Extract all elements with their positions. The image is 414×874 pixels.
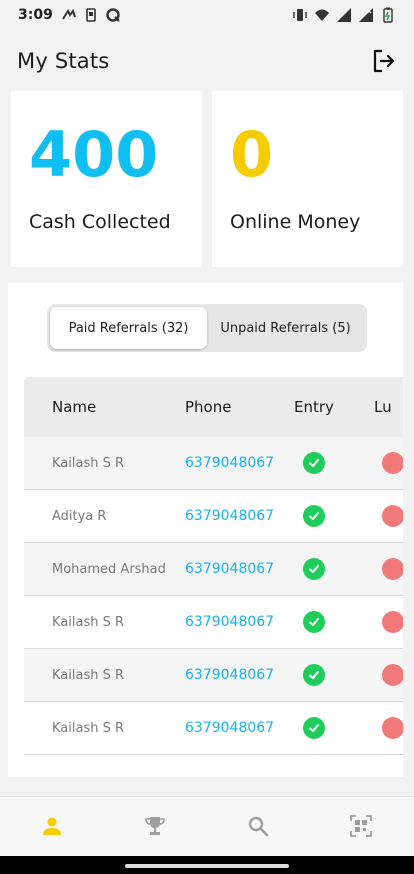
lunch-status-icon (382, 611, 403, 633)
column-header-entry: Entry (294, 398, 334, 416)
qr-scan-icon (350, 815, 372, 837)
nav-scan[interactable] (348, 813, 374, 839)
row-name: Kailash S R (52, 720, 125, 736)
entry-check-icon (303, 717, 325, 739)
row-name: Kailash S R (52, 455, 125, 471)
cash-collected-card: 400 Cash Collected (11, 91, 202, 267)
entry-check-icon (303, 611, 325, 633)
lunch-status-icon (382, 505, 403, 527)
row-name: Aditya R (52, 508, 107, 524)
lunch-status-icon (382, 558, 403, 580)
system-nav-bar (0, 856, 414, 874)
notification-app-icon (61, 8, 76, 20)
search-icon (248, 816, 269, 837)
entry-check-icon (303, 664, 325, 686)
nav-search[interactable] (245, 813, 271, 839)
referrals-table: Name Phone Entry Lu Kailash S R 63790480… (24, 377, 403, 755)
trophy-icon (145, 817, 165, 835)
nav-leaderboard[interactable] (142, 813, 168, 839)
row-name: Mohamed Arshad (52, 561, 166, 577)
table-row: Mohamed Arshad 6379048067 (24, 543, 403, 596)
table-row: Kailash S R 6379048067 (24, 437, 403, 490)
referrals-panel: Paid Referrals (32) Unpaid Referrals (5)… (8, 283, 403, 777)
signal-icon (337, 8, 351, 22)
online-money-value: 0 (230, 118, 274, 191)
battery-icon (383, 7, 393, 23)
row-phone-link[interactable]: 6379048067 (185, 720, 274, 736)
tab-paid-referrals[interactable]: Paid Referrals (32) (50, 307, 207, 349)
bottom-nav (0, 796, 414, 856)
nav-profile[interactable] (39, 813, 65, 839)
column-header-lunch: Lu (374, 398, 392, 416)
home-gesture-handle[interactable] (125, 864, 289, 868)
table-row: Kailash S R 6379048067 (24, 596, 403, 649)
status-time: 3:09 (18, 7, 53, 23)
table-header: Name Phone Entry Lu (24, 377, 403, 437)
lunch-status-icon (382, 452, 403, 474)
row-phone-link[interactable]: 6379048067 (185, 614, 274, 630)
cash-collected-value: 400 (29, 118, 159, 191)
entry-check-icon (303, 452, 325, 474)
wifi-icon (315, 9, 329, 21)
cash-collected-label: Cash Collected (29, 211, 171, 233)
page-title: My Stats (17, 49, 110, 73)
tab-unpaid-referrals[interactable]: Unpaid Referrals (5) (207, 307, 364, 349)
sim-icon (86, 8, 96, 22)
column-header-name: Name (52, 398, 97, 416)
app-header: My Stats (0, 44, 414, 78)
signal-x-icon (359, 8, 373, 22)
entry-check-icon (303, 505, 325, 527)
row-phone-link[interactable]: 6379048067 (185, 561, 274, 577)
entry-check-icon (303, 558, 325, 580)
row-phone-link[interactable]: 6379048067 (185, 508, 274, 524)
table-row: Kailash S R 6379048067 (24, 702, 403, 755)
logout-icon[interactable] (371, 48, 397, 74)
online-money-label: Online Money (230, 211, 361, 233)
row-name: Kailash S R (52, 667, 125, 683)
lunch-status-icon (382, 717, 403, 739)
online-money-card: 0 Online Money (212, 91, 403, 267)
status-bar: 3:09 (0, 0, 414, 30)
table-row: Aditya R 6379048067 (24, 490, 403, 543)
row-phone-link[interactable]: 6379048067 (185, 455, 274, 471)
vibrate-icon (293, 9, 307, 21)
row-phone-link[interactable]: 6379048067 (185, 667, 274, 683)
app-q-icon (106, 8, 120, 22)
referral-tabs: Paid Referrals (32) Unpaid Referrals (5) (47, 304, 367, 352)
table-row: Kailash S R 6379048067 (24, 649, 403, 702)
column-header-phone: Phone (185, 398, 232, 416)
row-name: Kailash S R (52, 614, 125, 630)
lunch-status-icon (382, 664, 403, 686)
profile-icon (43, 817, 61, 835)
